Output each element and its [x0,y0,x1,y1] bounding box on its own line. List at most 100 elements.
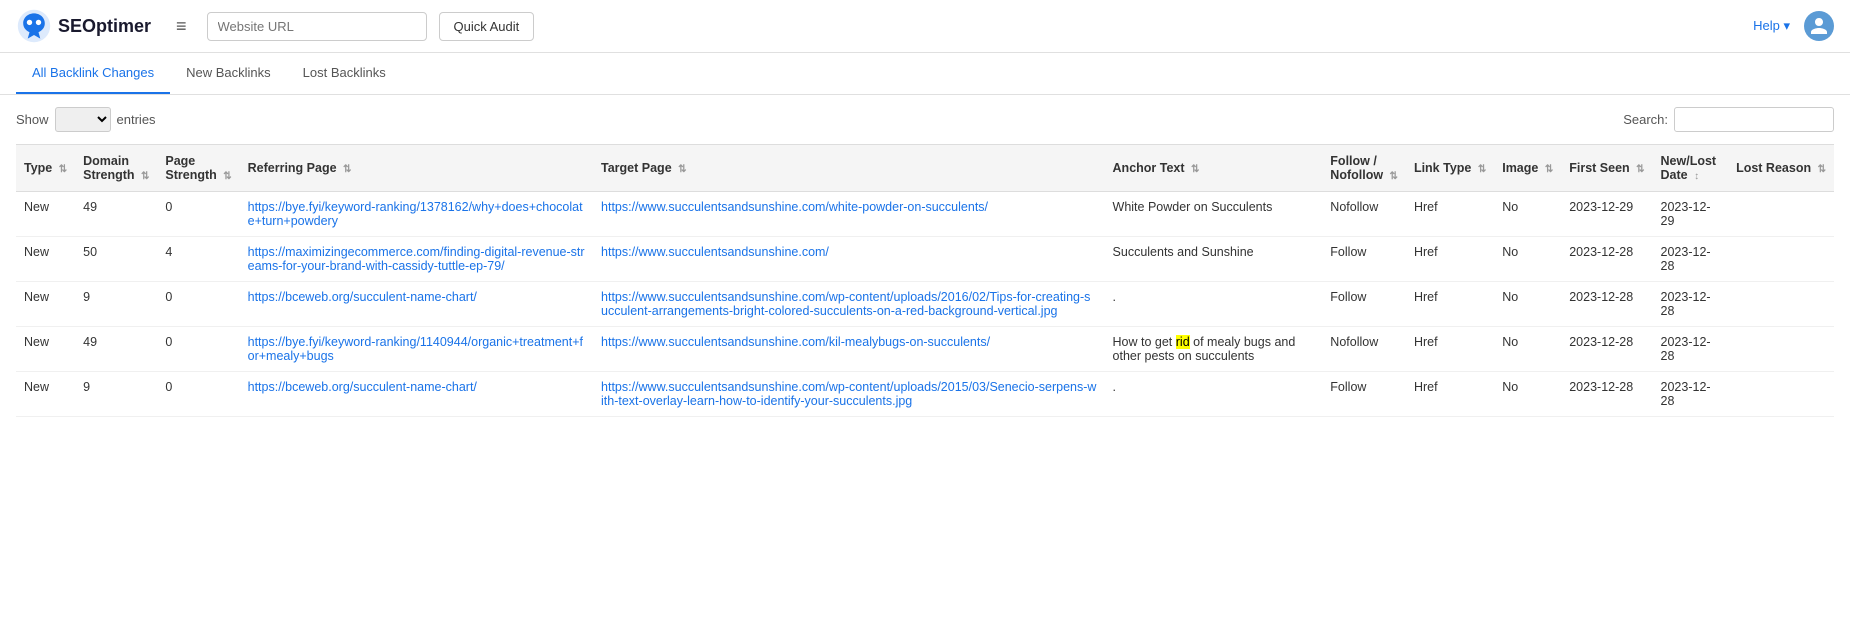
help-link[interactable]: Help ▾ [1753,18,1790,34]
logo-icon [16,8,52,44]
table-cell: Href [1406,192,1494,237]
referring-page-link[interactable]: https://bye.fyi/keyword-ranking/1140944/… [248,335,583,363]
table-cell: No [1494,237,1561,282]
table-cell: 2023-12-29 [1561,192,1652,237]
table-cell: Nofollow [1322,327,1406,372]
table-cell: 2023-12-29 [1653,192,1729,237]
table-wrapper: Type ⇅ DomainStrength ⇅ PageStrength ⇅ R… [0,144,1850,417]
table-cell: No [1494,282,1561,327]
user-avatar[interactable] [1804,11,1834,41]
highlight-text: rid [1176,335,1190,349]
table-cell: New [16,327,75,372]
sort-icon-rp: ⇅ [343,164,351,175]
table-cell [1728,282,1834,327]
table-cell: 49 [75,192,157,237]
table-cell: Href [1406,327,1494,372]
table-cell: New [16,282,75,327]
logo-area: SEOptimer [16,8,156,44]
sort-icon-ps: ⇅ [223,171,231,182]
sort-icon-fn: ⇅ [1390,171,1398,182]
col-type[interactable]: Type ⇅ [16,145,75,192]
table-cell: Href [1406,372,1494,417]
sort-icon-tp: ⇅ [678,164,686,175]
target-page-link[interactable]: https://www.succulentsandsunshine.com/wp… [601,380,1096,408]
table-cell: 0 [157,282,239,327]
col-follow-nofollow[interactable]: Follow /Nofollow ⇅ [1322,145,1406,192]
table-cell-anchor: Succulents and Sunshine [1105,237,1323,282]
entries-select[interactable]: 10 25 50 100 [55,107,111,132]
col-target-page[interactable]: Target Page ⇅ [593,145,1105,192]
entries-label: entries [117,112,156,127]
header: SEOptimer ≡ Quick Audit Help ▾ [0,0,1850,53]
target-page-link[interactable]: https://www.succulentsandsunshine.com/wp… [601,290,1090,318]
table-cell [1728,237,1834,282]
col-page-strength[interactable]: PageStrength ⇅ [157,145,239,192]
table-cell: No [1494,192,1561,237]
col-lost-reason[interactable]: Lost Reason ⇅ [1728,145,1834,192]
table-cell: Nofollow [1322,192,1406,237]
table-cell: 2023-12-28 [1561,282,1652,327]
col-first-seen[interactable]: First Seen ⇅ [1561,145,1652,192]
table-cell: 2023-12-28 [1653,237,1729,282]
col-image[interactable]: Image ⇅ [1494,145,1561,192]
col-new-lost-date[interactable]: New/LostDate ↕ [1653,145,1729,192]
table-cell: 2023-12-28 [1561,372,1652,417]
table-cell-target: https://www.succulentsandsunshine.com/wh… [593,192,1105,237]
search-label: Search: [1623,112,1668,127]
search-area: Search: [1623,107,1834,132]
sort-icon-fs: ⇅ [1636,164,1644,175]
table-cell-target: https://www.succulentsandsunshine.com/ [593,237,1105,282]
target-page-link[interactable]: https://www.succulentsandsunshine.com/ki… [601,335,990,349]
table-cell: 9 [75,282,157,327]
logo-text: SEOptimer [58,16,151,37]
table-cell-target: https://www.succulentsandsunshine.com/wp… [593,372,1105,417]
table-cell-referring: https://bceweb.org/succulent-name-chart/ [240,282,593,327]
quick-audit-button[interactable]: Quick Audit [439,12,535,41]
hamburger-menu[interactable]: ≡ [168,12,195,41]
show-entries-control: Show 10 25 50 100 entries [16,107,156,132]
table-cell: New [16,192,75,237]
table-cell: New [16,237,75,282]
table-cell: 4 [157,237,239,282]
sort-icon-img: ⇅ [1545,164,1553,175]
table-cell-anchor: White Powder on Succulents [1105,192,1323,237]
sort-icon-at: ⇅ [1191,164,1199,175]
table-row: New504 https://maximizingecommerce.com/fi… [16,237,1834,282]
table-cell [1728,372,1834,417]
table-cell: 9 [75,372,157,417]
sort-icon-lr: ⇅ [1818,164,1826,175]
referring-page-link[interactable]: https://bye.fyi/keyword-ranking/1378162/… [248,200,583,228]
col-domain-strength[interactable]: DomainStrength ⇅ [75,145,157,192]
target-page-link[interactable]: https://www.succulentsandsunshine.com/ [601,245,829,259]
sort-icon-nld: ↕ [1694,171,1699,182]
col-referring-page[interactable]: Referring Page ⇅ [240,145,593,192]
tab-all-backlink-changes[interactable]: All Backlink Changes [16,53,170,94]
table-cell-target: https://www.succulentsandsunshine.com/wp… [593,282,1105,327]
referring-page-link[interactable]: https://bceweb.org/succulent-name-chart/ [248,380,477,394]
table-cell: New [16,372,75,417]
table-cell: No [1494,372,1561,417]
referring-page-link[interactable]: https://maximizingecommerce.com/finding-… [248,245,585,273]
table-cell: 2023-12-28 [1653,372,1729,417]
tab-new-backlinks[interactable]: New Backlinks [170,53,287,94]
col-link-type[interactable]: Link Type ⇅ [1406,145,1494,192]
header-right: Help ▾ [1753,11,1834,41]
show-label: Show [16,112,49,127]
table-cell: Href [1406,282,1494,327]
table-cell [1728,327,1834,372]
tab-lost-backlinks[interactable]: Lost Backlinks [287,53,402,94]
target-page-link[interactable]: https://www.succulentsandsunshine.com/wh… [601,200,988,214]
sort-icon-lt: ⇅ [1478,164,1486,175]
table-row: New90 https://bceweb.org/succulent-name-c… [16,282,1834,327]
sort-icon-type: ⇅ [59,164,67,175]
referring-page-link[interactable]: https://bceweb.org/succulent-name-chart/ [248,290,477,304]
search-input[interactable] [1674,107,1834,132]
website-url-input[interactable] [207,12,427,41]
table-cell: 50 [75,237,157,282]
table-cell [1728,192,1834,237]
sort-icon-ds: ⇅ [141,171,149,182]
col-anchor-text[interactable]: Anchor Text ⇅ [1105,145,1323,192]
table-header-row: Type ⇅ DomainStrength ⇅ PageStrength ⇅ R… [16,145,1834,192]
table-cell: 0 [157,192,239,237]
table-cell: Follow [1322,237,1406,282]
